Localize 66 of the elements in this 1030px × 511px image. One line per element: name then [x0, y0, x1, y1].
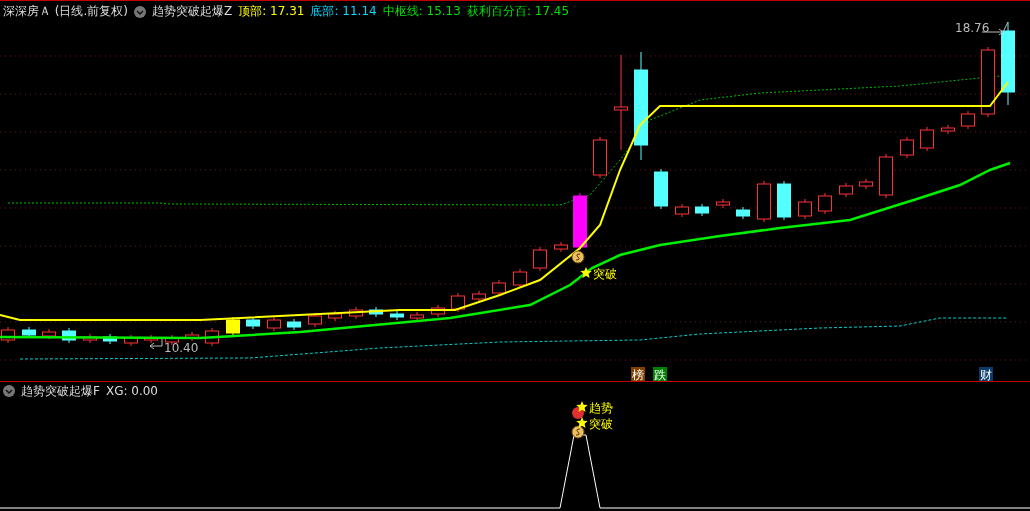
candlestick — [941, 124, 955, 135]
indicator-reading: XG: 0.00 — [105, 384, 158, 398]
candlestick — [349, 306, 363, 320]
indicator-metric: 底部: 11.14 — [310, 3, 377, 20]
candlestick — [287, 318, 301, 331]
candlestick — [308, 312, 322, 328]
indicator-title: 趋势突破起爆Z — [152, 3, 233, 20]
candlestick — [818, 192, 832, 215]
star-icon — [576, 401, 588, 412]
candlestick — [431, 304, 445, 318]
high-price-label: 18.76 — [955, 22, 990, 35]
candlestick — [675, 203, 689, 218]
candlestick — [839, 182, 853, 198]
security-title: 深深房Ａ (日线.前复权) — [3, 3, 128, 20]
candlestick — [226, 316, 240, 337]
dropdown-icon[interactable] — [134, 5, 146, 18]
low-price-label: 10.40 — [164, 341, 199, 355]
candlestick — [267, 316, 281, 332]
candlestick — [42, 328, 56, 340]
candlestick — [900, 136, 914, 159]
dropdown-icon[interactable] — [3, 385, 15, 397]
star-icon — [580, 267, 592, 278]
indicator-metric: 获利百分百: 17.45 — [466, 3, 570, 20]
candlestick — [22, 326, 36, 339]
signal-label: 趋势 — [589, 401, 613, 415]
candlestick — [144, 334, 158, 344]
candlestick — [859, 178, 873, 190]
signal-label: 突破 — [589, 417, 613, 431]
indicator-metric: 顶部: 17.31 — [238, 3, 305, 20]
candlestick — [757, 180, 771, 223]
money-bag-icon — [571, 250, 585, 264]
signal-label: 突破 — [593, 267, 617, 281]
candlestick — [879, 153, 893, 199]
candlestick — [451, 292, 465, 313]
candlestick — [981, 46, 995, 118]
candlestick — [513, 268, 527, 289]
candlestick — [390, 310, 404, 321]
candlestick — [777, 180, 791, 221]
ball-icon — [572, 407, 584, 419]
event-badge[interactable]: 财 — [979, 367, 993, 381]
candlestick — [798, 198, 812, 220]
candlestick — [246, 316, 260, 330]
indicator-title: 趋势突破起爆F — [21, 382, 100, 400]
candlestick — [554, 241, 568, 253]
candlestick — [472, 290, 486, 303]
candlestick — [62, 327, 76, 344]
money-bag-icon — [571, 425, 585, 439]
candlestick — [736, 206, 750, 220]
pointer-arrow-icon — [149, 338, 163, 350]
candlestick — [961, 110, 975, 130]
candlestick — [716, 198, 730, 209]
candlestick — [492, 279, 506, 297]
candlestick — [533, 246, 547, 272]
candlestick — [328, 310, 342, 322]
star-icon — [576, 417, 588, 428]
candlestick — [369, 306, 383, 318]
candlestick — [205, 327, 219, 347]
event-badge[interactable]: 榜 — [631, 367, 645, 381]
candlestick — [410, 311, 424, 322]
event-badge[interactable]: 跌 — [653, 367, 667, 381]
candlestick — [593, 136, 607, 179]
candlestick — [573, 192, 587, 251]
candlestick — [695, 203, 709, 217]
candlestick — [920, 126, 934, 152]
indicator-metric: 中枢线: 15.13 — [382, 3, 461, 20]
candlestick — [654, 168, 668, 210]
